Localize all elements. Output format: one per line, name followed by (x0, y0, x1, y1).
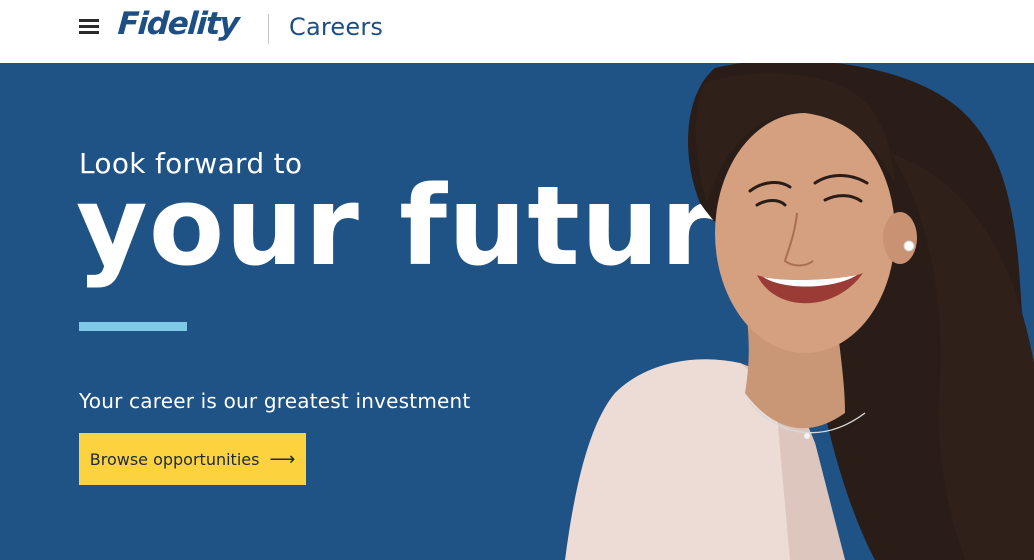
header-divider (268, 14, 269, 44)
section-title[interactable]: Careers (289, 13, 383, 41)
hamburger-menu-icon[interactable] (79, 19, 99, 35)
arrow-right-icon: ⟶ (269, 448, 296, 470)
fidelity-logo[interactable]: Fidelity (117, 6, 240, 42)
headline-accent-bar (79, 322, 187, 331)
site-header: Fidelity Careers (0, 0, 1034, 63)
hero-banner: Look forward to your future Your career … (0, 63, 1034, 560)
browse-opportunities-button[interactable]: Browse opportunities ⟶ (79, 433, 306, 485)
hero-subhead: Your career is our greatest investment (79, 389, 471, 413)
cta-label: Browse opportunities (89, 449, 260, 469)
smiling-woman-portrait (565, 63, 1034, 560)
